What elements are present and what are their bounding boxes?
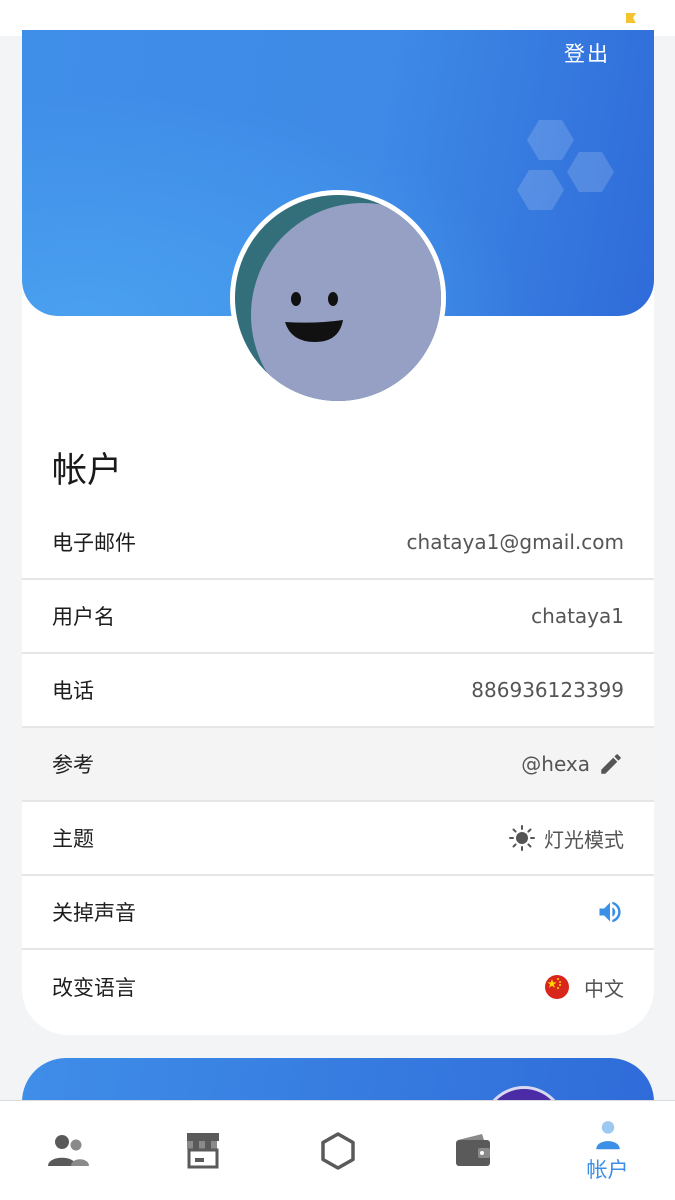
language-value: 中文	[584, 976, 624, 1001]
email-label: 电子邮件	[52, 531, 136, 555]
mute-row[interactable]: 关掉声音	[22, 876, 654, 950]
store-icon	[186, 1133, 219, 1169]
avatar[interactable]	[230, 190, 446, 406]
smiley-avatar-icon	[235, 195, 441, 401]
page-title: 帐户	[52, 451, 123, 491]
theme-row[interactable]: 主题 灯光模式	[22, 802, 654, 876]
hexagon-decoration-icon	[517, 120, 614, 210]
username-row: 用户名 chataya1	[22, 580, 654, 654]
phone-value: 886936123399	[471, 678, 624, 702]
email-row: 电子邮件 chataya1@gmail.com	[22, 506, 654, 580]
theme-label: 主题	[52, 827, 94, 851]
account-settings-list: 电子邮件 chataya1@gmail.com 用户名 chataya1 电话 …	[22, 506, 654, 1024]
email-value: chataya1@gmail.com	[406, 530, 624, 554]
theme-value: 灯光模式	[544, 827, 624, 852]
referral-row[interactable]: 参考 @hexa	[22, 728, 654, 802]
phone-label: 电话	[52, 679, 94, 703]
tab-people[interactable]	[0, 1101, 135, 1200]
notification-icon	[626, 13, 636, 23]
mute-label: 关掉声音	[52, 901, 136, 925]
tab-wallet[interactable]	[405, 1101, 540, 1200]
referral-label: 参考	[52, 753, 94, 777]
hexagon-icon	[320, 1132, 355, 1170]
username-label: 用户名	[52, 605, 115, 629]
logout-button[interactable]: 登出	[564, 38, 610, 68]
bottom-tab-bar: 帐户	[0, 1100, 675, 1200]
language-label: 改变语言	[52, 976, 136, 1000]
china-flag-icon	[545, 975, 569, 999]
sun-icon	[509, 825, 535, 851]
user-icon	[595, 1121, 620, 1150]
tab-account-label: 帐户	[586, 1158, 629, 1182]
account-card: 登出 帐户 电子邮件 chataya1@gmail.com 用户名 chatay…	[22, 30, 654, 1035]
wallet-icon	[455, 1134, 490, 1166]
people-icon	[47, 1135, 89, 1166]
tab-hexa[interactable]	[270, 1101, 405, 1200]
tab-account[interactable]: 帐户	[540, 1101, 675, 1200]
username-value: chataya1	[531, 604, 624, 628]
referral-value: @hexa	[521, 752, 590, 776]
speaker-icon[interactable]	[596, 898, 624, 926]
pencil-icon[interactable]	[598, 751, 624, 777]
tab-store[interactable]	[135, 1101, 270, 1200]
phone-row: 电话 886936123399	[22, 654, 654, 728]
language-row[interactable]: 改变语言 中文	[22, 950, 654, 1024]
